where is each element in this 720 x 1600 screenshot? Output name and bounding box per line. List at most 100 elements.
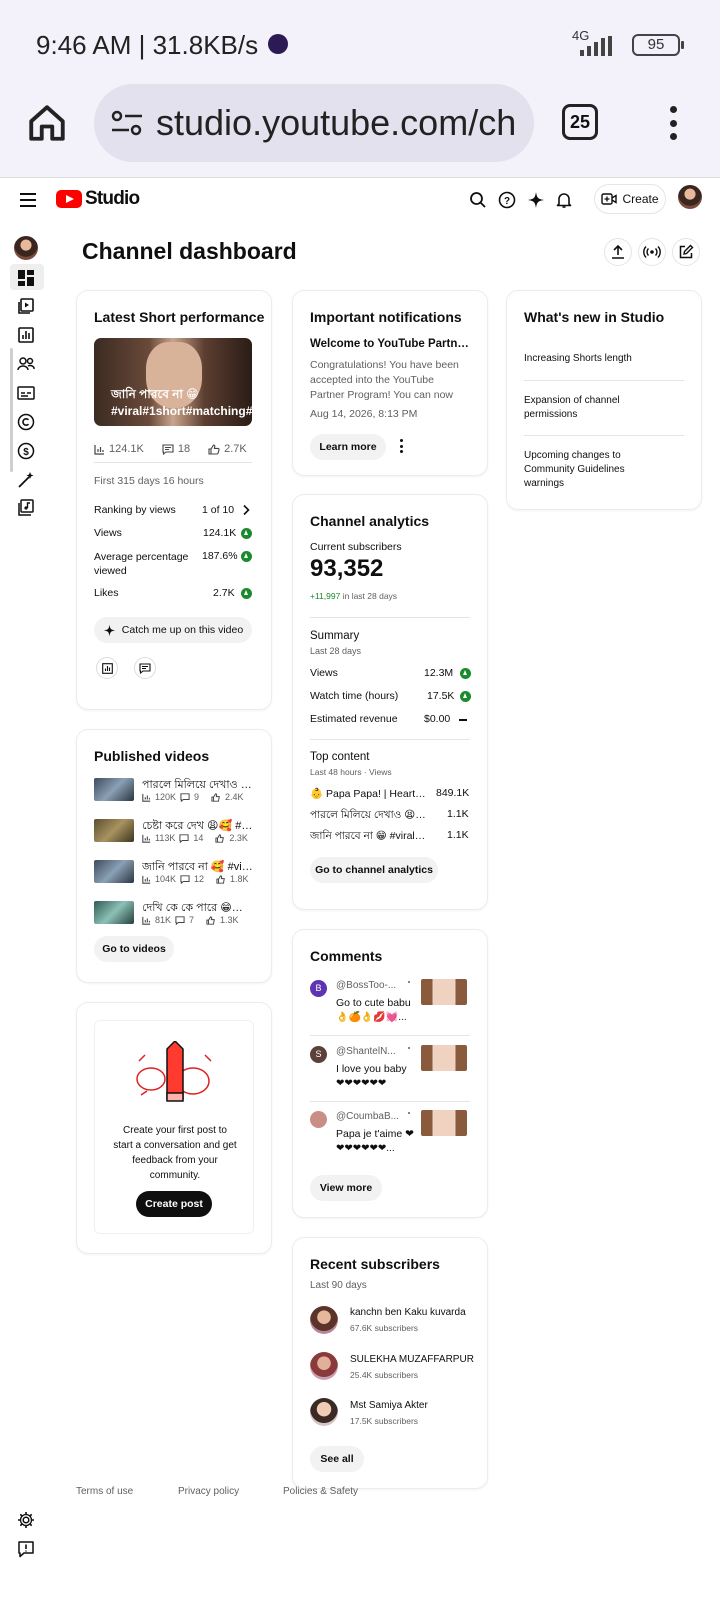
video-thumbnail[interactable] — [94, 819, 134, 842]
commenter-avatar[interactable]: S — [310, 1046, 327, 1063]
whats-new-item[interactable]: Expansion of channel permissions — [524, 394, 654, 422]
learn-more-button[interactable]: Learn more — [310, 434, 386, 460]
summary-period: Last 28 days — [310, 646, 362, 656]
view-more-button[interactable]: View more — [310, 1175, 382, 1201]
go-to-analytics-button[interactable]: Go to channel analytics — [310, 857, 438, 883]
short-thumbnail[interactable]: জানি পারবে না 😁 #viral#1short#matching#e… — [94, 338, 252, 426]
search-icon[interactable] — [468, 190, 488, 210]
settings-icon[interactable] — [16, 1510, 36, 1530]
whats-new-item[interactable]: Upcoming changes to Community Guidelines… — [524, 449, 654, 491]
account-avatar[interactable] — [678, 185, 702, 209]
site-settings-icon[interactable] — [110, 108, 144, 138]
see-all-button[interactable]: See all — [310, 1446, 364, 1472]
card-title: Channel analytics — [310, 513, 430, 529]
privacy-link[interactable]: Privacy policy — [178, 1486, 239, 1497]
create-button[interactable]: Create — [594, 184, 666, 214]
upload-button[interactable] — [604, 238, 632, 266]
divider — [310, 617, 470, 618]
video-stats: 120K 9 2.4K — [142, 792, 244, 802]
menu-icon[interactable] — [20, 193, 36, 207]
subscriber-name[interactable]: kanchn ben Kaku kuvarda — [350, 1307, 466, 1318]
subscriber-name[interactable]: Mst Samiya Akter — [350, 1400, 428, 1411]
customization-icon[interactable] — [16, 470, 36, 490]
feedback-icon[interactable] — [16, 1539, 36, 1559]
video-likes: 2.4K — [225, 792, 244, 802]
trend-up-icon — [241, 551, 252, 562]
subscriber-avatar[interactable] — [310, 1398, 338, 1426]
create-post-button[interactable]: Create post — [136, 1191, 212, 1217]
policies-link[interactable]: Policies & Safety — [283, 1486, 358, 1497]
subscriber-name[interactable]: SULEKHA MUZAFFARPUR — [350, 1354, 474, 1365]
comment-menu-icon[interactable] — [408, 981, 410, 983]
notifications-bell-icon[interactable] — [554, 190, 574, 210]
browser-menu-icon[interactable] — [668, 106, 678, 140]
comment-text: Papa je t'aime ❤ — [336, 1128, 414, 1140]
divider — [310, 1101, 470, 1102]
video-views: 113K — [155, 833, 176, 843]
go-live-button[interactable] — [638, 238, 666, 266]
analytics-icon[interactable] — [16, 325, 36, 345]
divider — [310, 1035, 470, 1036]
subscriber-count: 25.4K subscribers — [350, 1370, 419, 1380]
views-icon — [94, 444, 104, 455]
url-bar[interactable]: studio.youtube.com/ch — [94, 84, 534, 162]
terms-link[interactable]: Terms of use — [76, 1486, 133, 1497]
comment-menu-icon[interactable] — [408, 1112, 410, 1114]
commenter-avatar[interactable] — [310, 1111, 327, 1128]
video-thumbnail[interactable] — [94, 860, 134, 883]
top-content-item[interactable]: 👶 Papa Papa! | Heartwarming — [310, 787, 428, 800]
video-thumbnail[interactable] — [94, 778, 134, 801]
commenter-avatar[interactable]: B — [310, 980, 327, 997]
copyright-icon[interactable] — [16, 412, 36, 432]
channel-avatar[interactable] — [14, 236, 38, 260]
chevron-right-icon[interactable] — [242, 504, 250, 516]
analytics-shortcut-button[interactable] — [96, 657, 118, 679]
video-add-icon — [601, 193, 618, 205]
top-content-title: Top content — [310, 751, 370, 763]
subscriber-avatar[interactable] — [310, 1306, 338, 1334]
comment-video-thumbnail[interactable] — [421, 1110, 467, 1136]
comments-shortcut-button[interactable] — [134, 657, 156, 679]
tab-switcher-button[interactable]: 25 — [562, 104, 598, 140]
studio-logo[interactable]: Studio — [56, 188, 140, 210]
subscriber-avatar[interactable] — [310, 1352, 338, 1380]
divider — [524, 435, 684, 436]
earn-icon[interactable]: $ — [16, 441, 36, 461]
audio-library-icon[interactable] — [16, 498, 36, 518]
more-options-icon[interactable] — [400, 439, 404, 453]
comment-menu-icon[interactable] — [408, 1047, 410, 1049]
comment-video-thumbnail[interactable] — [421, 1045, 467, 1071]
comment-author[interactable]: @CoumbaB... — [336, 1111, 399, 1122]
likes-icon — [206, 915, 215, 925]
comment-author[interactable]: @BossToo-... — [336, 980, 396, 991]
avg-viewed-value: 187.6% — [202, 550, 238, 562]
content-icon[interactable] — [16, 296, 36, 316]
top-content-item[interactable]: জানি পারবে না 😁 #viral#1short — [310, 829, 428, 846]
subtitles-icon[interactable] — [16, 383, 36, 403]
subscribers-period: Last 90 days — [310, 1280, 367, 1291]
help-icon[interactable]: ? — [497, 190, 517, 210]
sparkle-icon[interactable] — [526, 190, 546, 210]
watch-time-label: Watch time (hours) — [310, 690, 399, 702]
video-stats: 81K 7 1.3K — [142, 915, 239, 925]
video-thumbnail[interactable] — [94, 901, 134, 924]
notification-title[interactable]: Welcome to YouTube Partner Program! — [310, 338, 470, 350]
community-icon[interactable] — [16, 354, 36, 374]
subscribers-change: +11,997 — [310, 591, 341, 601]
summary-title: Summary — [310, 630, 360, 642]
catch-up-button[interactable]: Catch me up on this video — [94, 617, 252, 643]
rail-scrollbar[interactable] — [10, 348, 13, 472]
comment-video-thumbnail[interactable] — [421, 979, 467, 1005]
whats-new-item[interactable]: Increasing Shorts length — [524, 353, 632, 364]
create-post-button[interactable] — [672, 238, 700, 266]
top-content-period: Last 48 hours · Views — [310, 767, 392, 777]
home-icon[interactable] — [26, 102, 68, 144]
top-content-item[interactable]: পারলে মিলিয়ে দেখাও 😫 #viral — [310, 808, 428, 825]
dashboard-icon[interactable] — [16, 268, 36, 288]
browser-bar: studio.youtube.com/ch 25 — [0, 80, 720, 178]
divider — [94, 462, 252, 463]
go-to-videos-button[interactable]: Go to videos — [94, 936, 174, 962]
short-stats: 124.1K 18 2.7K — [94, 443, 247, 455]
views-value: 124.1K — [203, 527, 237, 539]
comment-author[interactable]: @ShantelN... — [336, 1046, 396, 1057]
